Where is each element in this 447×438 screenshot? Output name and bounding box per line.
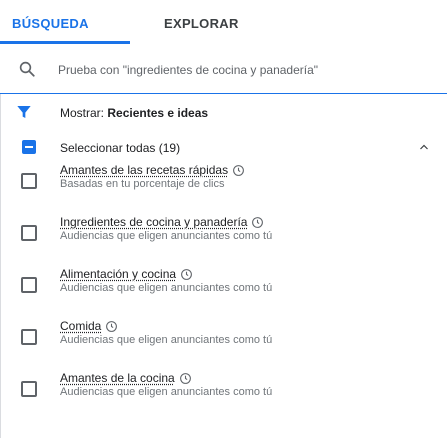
tab-bar: BÚSQUEDA EXPLORAR bbox=[0, 0, 447, 46]
item-title[interactable]: Alimentación y cocina bbox=[60, 267, 176, 281]
list-item: Ingredientes de cocina y panadería Audie… bbox=[0, 210, 447, 262]
search-bar bbox=[0, 46, 447, 94]
clock-icon bbox=[252, 216, 264, 228]
chevron-up-icon[interactable] bbox=[418, 141, 430, 153]
item-subtitle: Audiencias que eligen anunciantes como t… bbox=[60, 386, 273, 398]
list-item: Comida Audiencias que eligen anunciantes… bbox=[0, 314, 447, 366]
item-checkbox[interactable] bbox=[21, 277, 37, 293]
clock-icon bbox=[106, 320, 118, 332]
list-item: Amantes de las recetas rápidas Basadas e… bbox=[0, 158, 447, 210]
item-subtitle: Audiencias que eligen anunciantes como t… bbox=[60, 334, 273, 346]
item-title[interactable]: Amantes de la cocina bbox=[60, 371, 175, 385]
filter-prefix: Mostrar: bbox=[60, 106, 105, 120]
item-checkbox[interactable] bbox=[21, 329, 37, 345]
item-subtitle: Audiencias que eligen anunciantes como t… bbox=[60, 282, 273, 294]
item-subtitle: Audiencias que eligen anunciantes como t… bbox=[60, 230, 273, 242]
item-checkbox[interactable] bbox=[21, 225, 37, 241]
tab-explorar[interactable]: EXPLORAR bbox=[164, 16, 239, 31]
item-title[interactable]: Comida bbox=[60, 319, 101, 333]
item-title[interactable]: Ingredientes de cocina y panadería bbox=[60, 215, 247, 229]
funnel-icon[interactable] bbox=[16, 104, 32, 120]
select-all-label: Seleccionar todas (19) bbox=[60, 141, 181, 155]
filter-row: Mostrar: Recientes e ideas bbox=[0, 94, 447, 130]
clock-icon bbox=[181, 268, 192, 280]
item-checkbox[interactable] bbox=[21, 381, 37, 397]
tab-busqueda[interactable]: BÚSQUEDA bbox=[12, 16, 89, 31]
search-input[interactable] bbox=[58, 60, 438, 80]
clock-icon bbox=[179, 372, 191, 384]
filter-value[interactable]: Recientes e ideas bbox=[107, 106, 208, 120]
search-icon bbox=[19, 61, 35, 77]
active-tab-indicator bbox=[0, 41, 130, 44]
item-checkbox[interactable] bbox=[21, 173, 37, 189]
list-item: Alimentación y cocina Audiencias que eli… bbox=[0, 262, 447, 314]
item-subtitle: Basadas en tu porcentaje de clics bbox=[60, 178, 225, 190]
list-item: Amantes de la cocina Audiencias que elig… bbox=[0, 366, 447, 418]
select-all-checkbox[interactable] bbox=[22, 140, 36, 154]
filter-label: Mostrar: Recientes e ideas bbox=[60, 106, 208, 120]
item-title[interactable]: Amantes de las recetas rápidas bbox=[60, 163, 228, 177]
clock-icon bbox=[233, 164, 245, 176]
